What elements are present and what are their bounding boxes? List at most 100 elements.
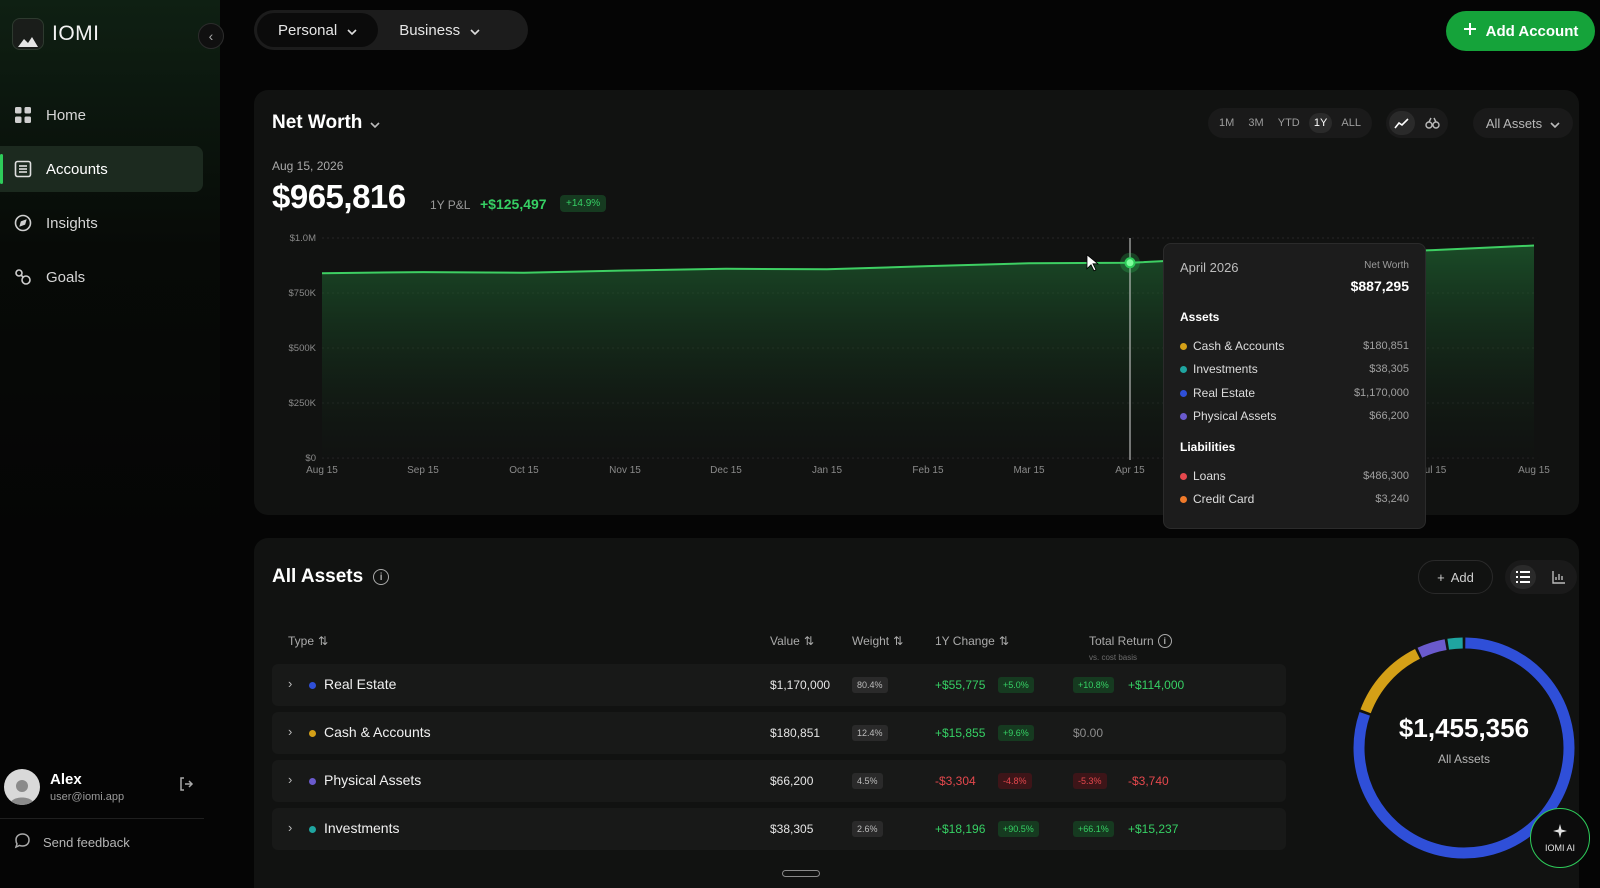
app-logo[interactable]: IOMI: [12, 18, 100, 50]
app-name: IOMI: [52, 22, 100, 45]
row-value: $38,305: [770, 822, 814, 836]
y-tick-label: $250K: [289, 398, 317, 409]
chevron-right-icon[interactable]: ›: [288, 724, 292, 739]
column-header-label: 1Y Change: [935, 634, 995, 648]
column-header-type[interactable]: Type ⇅: [288, 634, 328, 648]
user-email: user@iomi.app: [50, 791, 125, 803]
chevron-right-icon[interactable]: ›: [288, 676, 292, 691]
column-header-label: Total Return: [1089, 634, 1154, 648]
chart-tooltip: April 2026 Net Worth $887,295 Assets Cas…: [1163, 243, 1426, 529]
total-return-subtitle: vs. cost basis: [1089, 653, 1138, 662]
sort-icon: ⇅: [318, 634, 329, 648]
sidebar-item-insights[interactable]: Insights: [0, 200, 203, 246]
collapse-sidebar-button[interactable]: ‹: [198, 23, 224, 49]
column-header-label: Type: [288, 634, 315, 648]
column-header-total-return[interactable]: Total Return i: [1089, 634, 1172, 648]
add-asset-button[interactable]: + Add: [1418, 560, 1493, 594]
sidebar-item-goals[interactable]: Goals: [0, 254, 203, 300]
send-feedback-button[interactable]: Send feedback: [14, 832, 130, 852]
chevron-right-icon[interactable]: ›: [288, 820, 292, 835]
row-change: +$55,775: [935, 678, 986, 692]
category-dot: [309, 826, 316, 833]
chart-view-icon[interactable]: [1546, 565, 1572, 589]
user-profile[interactable]: Alex user@iomi.app: [0, 762, 220, 812]
goals-icon: [13, 267, 33, 287]
table-row[interactable]: › Cash & Accounts $180,851 12.4% +$15,85…: [272, 712, 1286, 754]
sidebar: IOMI ‹ Home Accounts Insights Goals Alex…: [0, 0, 224, 888]
row-name: Real Estate: [324, 676, 397, 692]
legend-dot: [1180, 389, 1187, 397]
tooltip-row-amount: $1,170,000: [1353, 387, 1409, 399]
tab-personal[interactable]: Personal: [257, 13, 379, 47]
donut-label: All Assets: [1437, 752, 1491, 766]
x-tick-label: Sep 15: [407, 465, 439, 476]
add-account-button[interactable]: Add Account: [1446, 11, 1595, 51]
iomi-ai-button[interactable]: IOMI AI: [1530, 808, 1590, 868]
tooltip-row: Physical Assets $66,200: [1180, 408, 1409, 424]
info-icon[interactable]: i: [1157, 634, 1172, 648]
column-header-value[interactable]: Value ⇅: [770, 634, 814, 648]
donut-slice[interactable]: [1447, 637, 1463, 650]
x-tick-label: Feb 15: [912, 465, 944, 476]
chevron-left-icon: ‹: [208, 28, 214, 44]
x-tick-label: Apr 15: [1115, 465, 1145, 476]
tooltip-row-name: Cash & Accounts: [1193, 339, 1285, 353]
tab-business[interactable]: Business: [378, 13, 501, 47]
chat-bubble-icon: [14, 832, 31, 852]
sparkle-icon: [1552, 823, 1568, 841]
row-name: Physical Assets: [324, 772, 422, 788]
category-dot: [309, 682, 316, 689]
column-header-change[interactable]: 1Y Change ⇅: [935, 634, 1009, 648]
tooltip-row-amount: $38,305: [1369, 363, 1409, 375]
row-weight-badge: 12.4%: [852, 725, 888, 741]
tooltip-row-amount: $486,300: [1363, 470, 1409, 482]
all-assets-title-text: All Assets: [272, 566, 364, 587]
list-icon: [13, 159, 33, 179]
column-header-weight[interactable]: Weight ⇅: [852, 634, 903, 648]
row-value: $66,200: [770, 774, 814, 788]
list-view-icon[interactable]: [1510, 565, 1536, 589]
info-icon[interactable]: i: [373, 569, 390, 585]
scroll-handle[interactable]: [782, 870, 820, 877]
sidebar-item-accounts[interactable]: Accounts: [0, 146, 203, 192]
chevron-right-icon[interactable]: ›: [288, 772, 292, 787]
table-row[interactable]: › Real Estate $1,170,000 80.4% +$55,775 …: [272, 664, 1286, 706]
row-return-badge: +10.8%: [1073, 677, 1114, 693]
user-name: Alex: [50, 771, 82, 788]
sidebar-item-label: Goals: [46, 268, 86, 286]
donut-slice[interactable]: [1417, 639, 1447, 658]
y-tick-label: $1.0M: [290, 233, 316, 244]
row-name: Cash & Accounts: [324, 724, 431, 740]
tooltip-row: Loans $486,300: [1180, 468, 1409, 484]
tab-label: Business: [399, 21, 461, 39]
legend-dot: [1180, 342, 1187, 350]
all-assets-title: All Assets i: [272, 566, 390, 588]
row-value: $1,170,000: [770, 678, 831, 692]
legend-dot: [1180, 495, 1187, 503]
grid-icon: [13, 105, 33, 125]
tooltip-row-amount: $3,240: [1375, 493, 1409, 505]
row-change-badge: +5.0%: [998, 677, 1034, 693]
row-weight-badge: 4.5%: [852, 773, 883, 789]
logout-icon[interactable]: [178, 776, 194, 795]
x-tick-label: Oct 15: [509, 465, 539, 476]
account-type-switcher: Personal Business: [254, 10, 528, 50]
table-row[interactable]: › Investments $38,305 2.6% +$18,196 +90.…: [272, 808, 1286, 850]
view-toggle: [1505, 560, 1577, 594]
column-header-label: Value: [770, 634, 800, 648]
plus-icon: +: [1437, 569, 1445, 585]
table-row[interactable]: › Physical Assets $66,200 4.5% -$3,304 -…: [272, 760, 1286, 802]
sidebar-item-home[interactable]: Home: [0, 92, 203, 138]
tooltip-row: Cash & Accounts $180,851: [1180, 338, 1409, 354]
row-change: +$18,196: [935, 822, 986, 836]
category-dot: [309, 730, 316, 737]
sidebar-nav: Home Accounts Insights Goals: [0, 92, 220, 308]
donut-slice[interactable]: [1360, 648, 1421, 714]
add-asset-label: Add: [1450, 569, 1474, 585]
sidebar-item-label: Accounts: [46, 160, 108, 178]
x-tick-label: Nov 15: [609, 465, 641, 476]
tooltip-row: Real Estate $1,170,000: [1180, 385, 1409, 401]
row-return: $0.00: [1073, 726, 1104, 740]
logo-mark-icon: [12, 18, 44, 50]
x-tick-label: Mar 15: [1013, 465, 1045, 476]
